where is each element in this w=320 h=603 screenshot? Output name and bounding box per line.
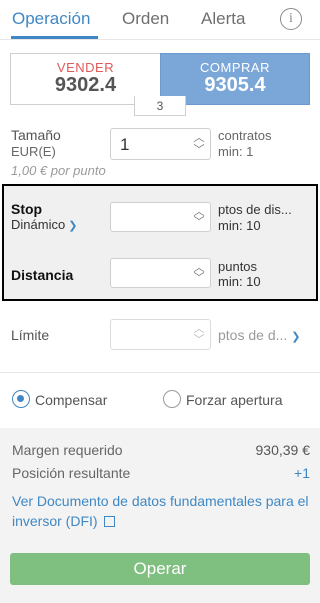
size-stepper[interactable]: 1 ︿ ﹀ [110,128,211,160]
size-unit: contratos [218,128,272,143]
limit-unit-dropdown[interactable]: ptos de d... ❯ [218,328,301,344]
force-open-label[interactable]: Forzar apertura [186,392,282,408]
limit-unit: ptos de d... [218,327,288,343]
stop-min: min: 10 [218,218,261,233]
tab-orden[interactable]: Orden [122,9,169,29]
size-hint: 1,00 € por punto [11,163,106,178]
size-min: min: 1 [218,144,254,159]
compensate-radio[interactable] [12,390,30,408]
position-value: +1 [294,465,310,481]
buy-label: COMPRAR [200,60,270,75]
distance-min: min: 10 [218,274,261,289]
limit-stepper[interactable]: ︿ ﹀ [110,319,211,350]
chevron-down-icon[interactable]: ﹀ [192,216,206,228]
tab-bar: Operación Orden Alerta i [0,0,320,40]
distance-stepper[interactable]: ︿ ﹀ [110,258,211,288]
sell-price: 9302.4 [54,74,117,96]
buy-price: 9305.4 [204,74,266,96]
stop-type-label: Dinámico [11,217,66,232]
sell-label: VENDER [56,60,115,75]
divider [0,372,320,373]
chevron-up-icon[interactable]: ︿ [192,132,206,144]
chevron-down-icon: ❯ [68,220,78,232]
active-tab-indicator [11,36,98,39]
tab-alerta[interactable]: Alerta [201,9,245,29]
stop-stepper[interactable]: ︿ ﹀ [110,202,211,232]
margin-label: Margen requerido [12,442,123,458]
info-icon[interactable]: i [280,8,302,30]
chevron-down-icon[interactable]: ﹀ [192,144,206,156]
distance-unit: puntos [218,259,258,274]
compensate-label[interactable]: Compensar [35,392,107,408]
kid-link-text: Ver Documento de datos fundamentales par… [12,493,309,529]
size-currency: EUR(E) [11,144,56,159]
chevron-down-icon[interactable]: ﹀ [192,272,206,284]
distance-label: Distancia [11,267,74,283]
external-link-icon [104,516,116,527]
spread-badge: 3 [134,96,186,116]
tab-operacion[interactable]: Operación [12,9,90,29]
margin-value: 930,39 € [255,442,311,458]
chevron-down-icon: ❯ [291,331,301,343]
limit-label: Límite [11,327,50,343]
size-value: 1 [120,135,130,154]
kid-document-link[interactable]: Ver Documento de datos fundamentales par… [12,491,312,531]
stop-label: Stop [11,201,43,217]
size-label: Tamaño [11,127,61,143]
position-label: Posición resultante [12,465,131,481]
stop-unit: ptos de dis... [218,202,292,217]
stop-type-dropdown[interactable]: Dinámico ❯ [11,217,77,232]
force-open-radio[interactable] [163,390,181,408]
chevron-down-icon[interactable]: ﹀ [192,334,206,346]
operate-button[interactable]: Operar [10,553,310,585]
